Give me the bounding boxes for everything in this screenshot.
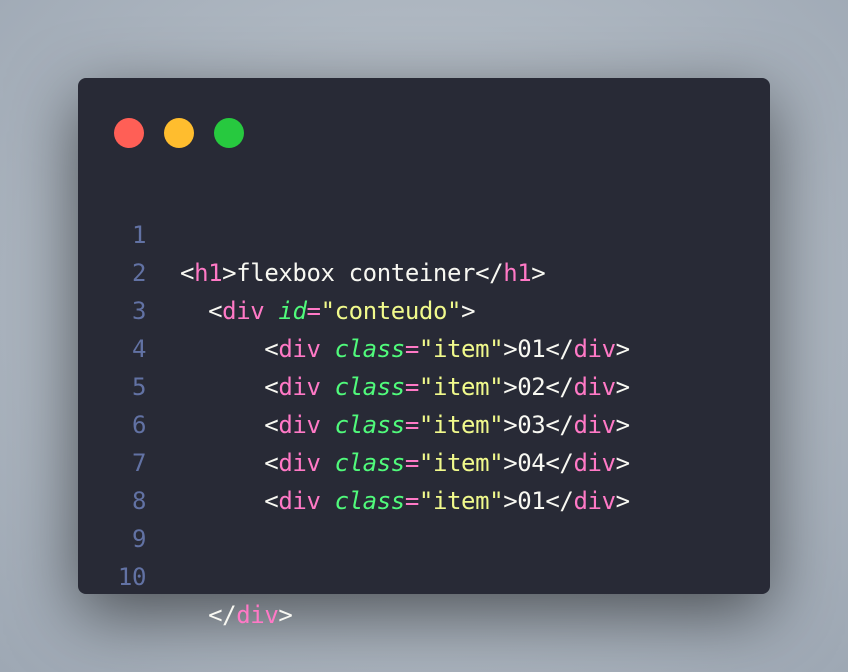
minimize-icon[interactable] [164,118,194,148]
line-number: 10 [117,563,147,591]
bracket: > [278,601,293,629]
code-block: 1 <h1>flexbox conteiner</h1> 2 <div id="… [78,178,770,629]
line-source: </div> [180,596,293,634]
tag-name: div [236,601,279,629]
code-line: 1 <h1>flexbox conteiner</h1> [78,178,770,287]
close-icon[interactable] [114,118,144,148]
code-line: 2 <div id="conteudo"> [78,216,770,325]
code-line: 5 <div class="item">03</div> [78,330,770,439]
code-line: 6 <div class="item">04</div> [78,368,770,477]
code-line: 4 <div class="item">02</div> [78,292,770,401]
bracket: </ [208,601,237,629]
maximize-icon[interactable] [214,118,244,148]
code-line: 9 [78,482,770,553]
code-window: 1 <h1>flexbox conteiner</h1> 2 <div id="… [78,78,770,629]
code-line: 8 [78,444,770,515]
code-line: 7 <div class="item">01</div> [78,406,770,515]
code-line: 3 <div class="item">01</div> [78,254,770,363]
code-line: 10 </div> [78,520,770,629]
